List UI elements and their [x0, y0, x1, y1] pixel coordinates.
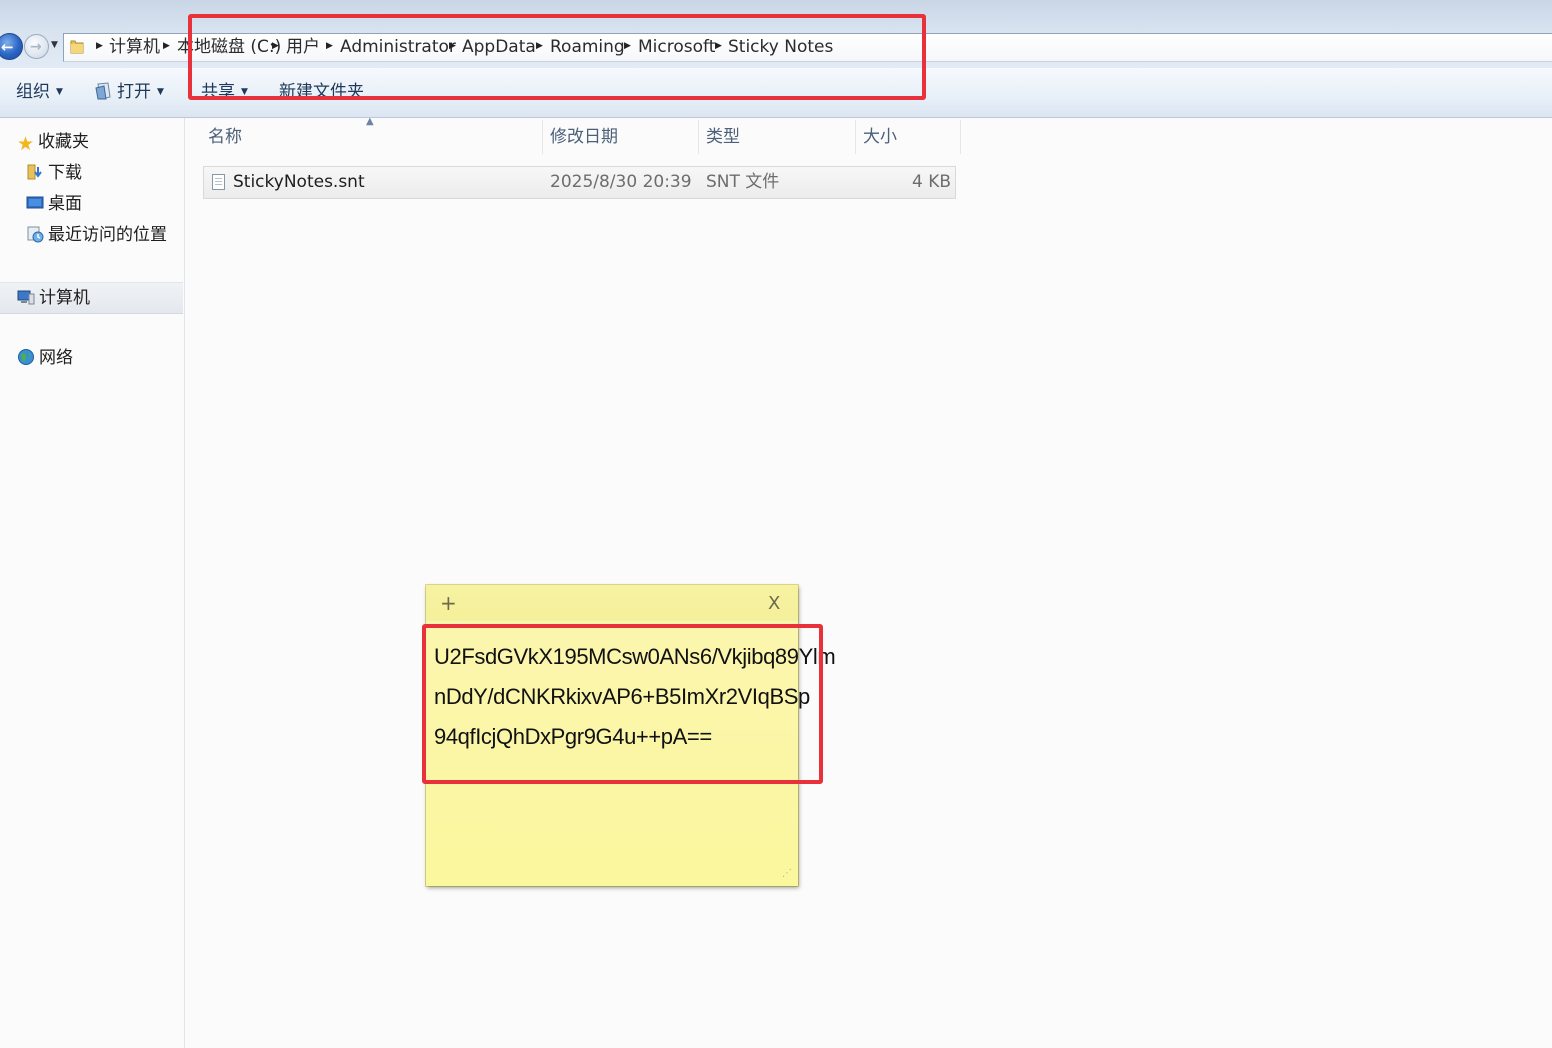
forward-button[interactable]: → — [24, 34, 49, 59]
network-globe-icon — [18, 349, 34, 365]
sidebar-item-desktop[interactable]: 桌面 — [26, 193, 82, 215]
open-document-icon — [95, 82, 111, 100]
recent-places-icon — [27, 226, 44, 243]
sidebar-item-label: 桌面 — [48, 194, 82, 214]
breadcrumb-arrow-icon[interactable]: ▶ — [536, 41, 543, 51]
dropdown-caret-icon: ▼ — [241, 87, 248, 97]
column-divider[interactable] — [698, 120, 699, 154]
resize-grip-icon[interactable]: ⋰ — [782, 868, 792, 879]
new-folder-button[interactable]: 新建文件夹 — [279, 81, 364, 103]
sidebar-item-downloads[interactable]: 下载 — [26, 162, 82, 184]
breadcrumb-arrow-icon[interactable]: ▶ — [272, 41, 279, 51]
open-menu-button[interactable]: 打开 ▼ — [94, 81, 164, 103]
column-divider[interactable] — [542, 120, 543, 154]
share-label: 共享 — [201, 82, 235, 102]
sidebar-item-label: 网络 — [39, 348, 73, 368]
desktop-icon — [26, 196, 44, 209]
file-name: StickyNotes.snt — [233, 172, 365, 192]
sidebar-computer-entry: 计算机 — [17, 287, 90, 309]
sidebar-item-label: 收藏夹 — [38, 132, 90, 152]
add-note-icon[interactable]: + — [440, 592, 457, 614]
back-button[interactable]: ← — [0, 33, 23, 60]
sort-ascending-icon: ▲ — [366, 116, 374, 127]
file-size: 4 KB — [911, 172, 951, 192]
column-header-name[interactable]: 名称 — [208, 126, 242, 148]
breadcrumb-arrow-icon[interactable]: ▶ — [326, 41, 333, 51]
dropdown-caret-icon: ▼ — [157, 87, 164, 97]
file-modified-date: 2025/8/30 20:39 — [550, 172, 692, 192]
column-header-row: ▲ 名称 修改日期 类型 大小 — [200, 116, 962, 156]
address-bar[interactable]: ▶ 计算机 ▶ 本地磁盘 (C:) ▶ 用户 ▶ Administrator ▶… — [63, 33, 1552, 62]
breadcrumb-item-microsoft[interactable]: Microsoft — [638, 36, 715, 58]
file-document-icon — [212, 174, 225, 190]
sidebar-item-favorites[interactable]: ★ 收藏夹 — [17, 131, 90, 155]
open-label: 打开 — [117, 82, 151, 102]
close-note-icon[interactable]: X — [768, 593, 780, 615]
computer-icon — [17, 290, 35, 305]
column-header-size[interactable]: 大小 — [863, 126, 897, 148]
table-row[interactable]: StickyNotes.snt 2025/8/30 20:39 SNT 文件 4… — [203, 166, 956, 199]
recent-pages-dropdown-icon[interactable]: ▼ — [51, 40, 58, 50]
sticky-note-text-line[interactable]: U2FsdGVkX195MCsw0ANs6/Vkjibq89Ylm — [434, 644, 836, 670]
column-header-type[interactable]: 类型 — [706, 126, 740, 148]
breadcrumb-arrow-icon[interactable]: ▶ — [624, 41, 631, 51]
breadcrumb-item-drive-c[interactable]: 本地磁盘 (C:) — [177, 36, 281, 58]
breadcrumb-item-appdata[interactable]: AppData — [462, 36, 536, 58]
new-folder-label: 新建文件夹 — [279, 82, 364, 102]
sidebar-item-label: 最近访问的位置 — [48, 225, 167, 245]
breadcrumb-arrow-icon[interactable]: ▶ — [96, 41, 103, 51]
breadcrumb-item-roaming[interactable]: Roaming — [550, 36, 625, 58]
back-arrow-icon: ← — [1, 38, 14, 56]
column-header-modified[interactable]: 修改日期 — [550, 126, 618, 148]
breadcrumb-item-users[interactable]: 用户 — [286, 36, 320, 58]
folder-icon — [70, 40, 84, 54]
sticky-note-text-line[interactable]: nDdY/dCNKRkixvAP6+B5ImXr2VIqBSp — [434, 684, 810, 710]
star-icon: ★ — [17, 133, 35, 155]
sticky-note-titlebar[interactable]: + X — [426, 585, 798, 621]
sticky-note-text-line[interactable]: 94qfIcjQhDxPgr9G4u++pA== — [434, 724, 712, 750]
column-divider[interactable] — [960, 120, 961, 154]
breadcrumb-item-computer[interactable]: 计算机 — [109, 36, 160, 58]
window-titlebar: ← → ▼ ▶ 计算机 ▶ 本地磁盘 (C:) ▶ 用户 ▶ Administr… — [0, 0, 1552, 68]
column-divider[interactable] — [855, 120, 856, 154]
breadcrumb-item-administrator[interactable]: Administrator — [340, 36, 456, 58]
organize-label: 组织 — [16, 82, 50, 102]
organize-menu-button[interactable]: 组织 ▼ — [16, 81, 63, 103]
navigation-pane: ★ 收藏夹 下载 桌面 最近访问的位置 计算机 网络 — [0, 118, 185, 1048]
sidebar-item-network[interactable]: 网络 — [17, 347, 73, 369]
breadcrumb-item-sticky-notes[interactable]: Sticky Notes — [728, 36, 833, 58]
sidebar-item-computer[interactable]: 计算机 — [0, 282, 183, 314]
breadcrumb-arrow-icon[interactable]: ▶ — [449, 41, 456, 51]
breadcrumb-arrow-icon[interactable]: ▶ — [163, 41, 170, 51]
file-type: SNT 文件 — [706, 172, 780, 192]
command-bar: 组织 ▼ 打开 ▼ 共享 ▼ 新建文件夹 — [0, 68, 1552, 118]
dropdown-caret-icon: ▼ — [56, 87, 63, 97]
breadcrumb-arrow-icon[interactable]: ▶ — [715, 41, 722, 51]
forward-arrow-icon: → — [30, 39, 42, 55]
downloads-folder-icon — [27, 164, 42, 180]
sidebar-item-recent-places[interactable]: 最近访问的位置 — [26, 224, 167, 246]
sidebar-item-label: 计算机 — [39, 288, 90, 308]
sidebar-item-label: 下载 — [48, 163, 82, 183]
share-menu-button[interactable]: 共享 ▼ — [201, 81, 248, 103]
sticky-note-window[interactable]: + X U2FsdGVkX195MCsw0ANs6/Vkjibq89Ylm nD… — [426, 585, 836, 886]
